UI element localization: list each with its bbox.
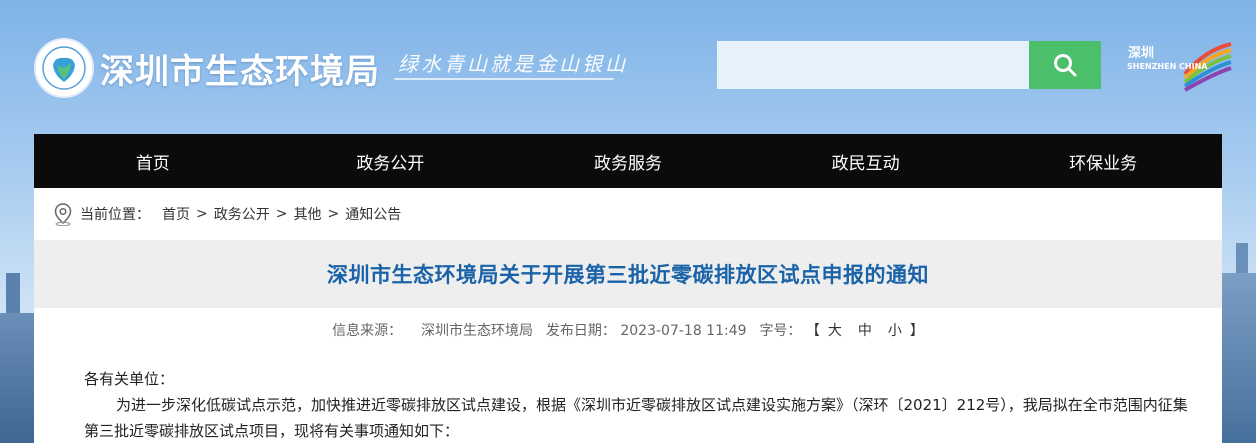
date-label: 发布日期：	[545, 323, 616, 339]
breadcrumb-home[interactable]: 首页	[162, 204, 190, 224]
fontsize-bracket-close: 】	[909, 323, 924, 339]
fontsize-bracket-open: 【	[805, 323, 820, 339]
article-meta: 信息来源： 深圳市生态环境局 发布日期： 2023-07-18 11:49 字号…	[34, 320, 1222, 340]
site-header: 深圳市生态环境局 绿水青山就是金山银山 深圳 SHENZHEN CHINA	[0, 0, 1256, 134]
location-pin-icon	[54, 203, 72, 226]
article-title-band: 深圳市生态环境局关于开展第三批近零碳排放区试点申报的通知	[34, 240, 1222, 308]
site-name[interactable]: 深圳市生态环境局	[100, 44, 380, 93]
breadcrumb-separator: >	[196, 206, 208, 222]
main-nav: 首页 政务公开 政务服务 政民互动 环保业务	[34, 134, 1222, 188]
skyline-left-decoration	[0, 273, 34, 443]
content-panel: 当前位置： 首页 > 政务公开 > 其他 > 通知公告 深圳市生态环境局关于开展…	[34, 188, 1222, 443]
article-paragraph: 为进一步深化低碳试点示范，加快推进近零碳排放区试点建设，根据《深圳市近零碳排放区…	[84, 396, 1188, 440]
nav-item-gov-services[interactable]: 政务服务	[509, 134, 747, 188]
fontsize-large-button[interactable]: 大	[828, 323, 842, 339]
search-input[interactable]	[717, 41, 1029, 89]
bureau-logo-icon[interactable]	[34, 38, 94, 98]
breadcrumb-notices[interactable]: 通知公告	[345, 204, 401, 224]
search-icon	[1054, 54, 1077, 77]
article-body: 各有关单位： 为进一步深化低碳试点示范，加快推进近零碳排放区试点建设，根据《深圳…	[84, 366, 1194, 443]
article-title: 深圳市生态环境局关于开展第三批近零碳排放区试点申报的通知	[327, 263, 929, 287]
breadcrumb: 当前位置： 首页 > 政务公开 > 其他 > 通知公告	[52, 202, 401, 226]
breadcrumb-gov-affairs[interactable]: 政务公开	[214, 204, 270, 224]
source-label: 信息来源：	[332, 323, 403, 339]
search-button[interactable]	[1029, 41, 1101, 89]
shenzhen-logo-text: 深圳	[1128, 46, 1155, 61]
nav-item-home[interactable]: 首页	[34, 134, 272, 188]
date-value: 2023-07-18 11:49	[620, 323, 747, 339]
shenzhen-logo-english: SHENZHEN CHINA	[1127, 62, 1208, 71]
source-value: 深圳市生态环境局	[421, 323, 533, 339]
breadcrumb-other[interactable]: 其他	[293, 204, 321, 224]
nav-item-interaction[interactable]: 政民互动	[747, 134, 985, 188]
breadcrumb-separator: >	[275, 206, 288, 222]
skyline-right-decoration	[1222, 243, 1256, 443]
slogan: 绿水青山就是金山银山	[398, 52, 628, 76]
breadcrumb-separator: >	[327, 206, 340, 222]
article-salutation: 各有关单位：	[84, 370, 175, 388]
nav-item-env-business[interactable]: 环保业务	[984, 134, 1222, 188]
slogan-underline	[394, 78, 614, 80]
fontsize-small-button[interactable]: 小	[888, 323, 902, 339]
nav-item-gov-affairs[interactable]: 政务公开	[272, 134, 510, 188]
fontsize-label: 字号：	[759, 323, 802, 339]
breadcrumb-prefix: 当前位置：	[80, 207, 150, 223]
fontsize-medium-button[interactable]: 中	[858, 323, 872, 339]
